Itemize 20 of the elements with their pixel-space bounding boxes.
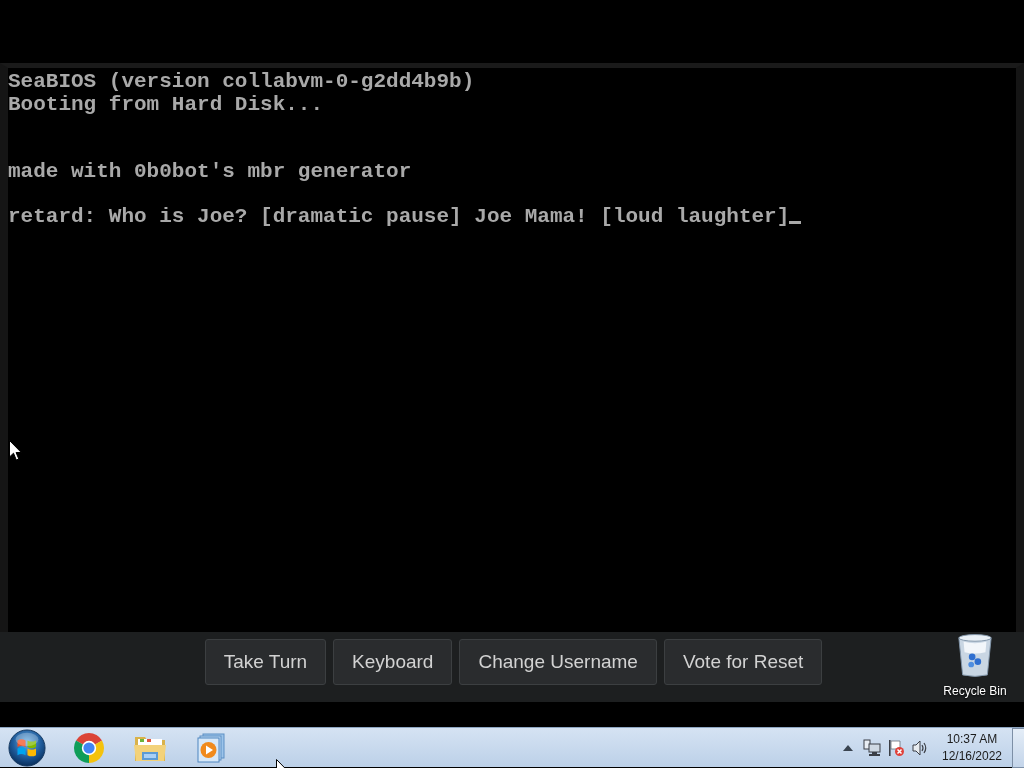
- terminal-line: Booting from Hard Disk...: [8, 92, 324, 116]
- vm-control-button[interactable]: Vote for Reset: [663, 639, 823, 685]
- flag-icon[interactable]: [887, 738, 905, 757]
- vm-control-button[interactable]: Take Turn: [204, 639, 327, 685]
- start-orb-icon[interactable]: [8, 728, 46, 767]
- show-desktop-button[interactable]: [1012, 727, 1024, 768]
- mouse-pointer-icon: [9, 440, 22, 461]
- desktop-icon-label[interactable]: Recycle Bin: [943, 684, 1007, 698]
- clock-time[interactable]: 10:37 AM: [946, 730, 998, 748]
- vm-control-button[interactable]: Change Username: [459, 639, 657, 685]
- clock-date[interactable]: 12/16/2022: [941, 747, 1003, 765]
- caret-up-icon[interactable]: [843, 744, 853, 751]
- trash-bin-icon[interactable]: [956, 632, 994, 678]
- terminal-line: retard: Who is Joe? [dramatic pause] Joe Mama! [loud laughter]: [8, 205, 790, 228]
- vm-control-button[interactable]: Keyboard: [333, 639, 453, 685]
- terminal-line: SeaBIOS (version collabvm-0-g2dd4b9b): [8, 70, 475, 93]
- monitor-icon[interactable]: [863, 738, 881, 757]
- speaker-icon[interactable]: [911, 738, 929, 757]
- terminal-line: made with 0b0bot's mbr generator: [8, 160, 412, 183]
- tricolor-circle-icon[interactable]: [72, 731, 105, 764]
